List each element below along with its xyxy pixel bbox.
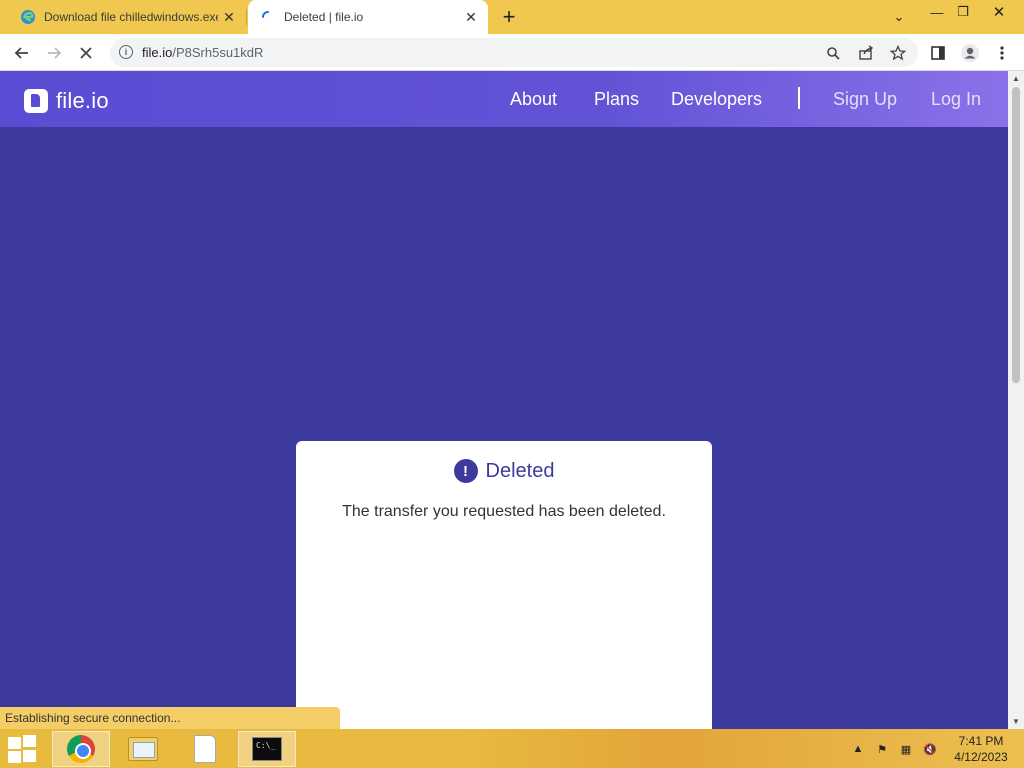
taskbar-chrome[interactable]	[52, 731, 110, 767]
blank-document-icon	[194, 735, 216, 763]
card-title: Deleted	[485, 459, 555, 482]
browser-window: Download file chilledwindows.exe ✕ Delet…	[0, 0, 1024, 768]
tab-title: Deleted | file.io	[284, 10, 364, 24]
taskbar-document[interactable]	[176, 731, 234, 767]
volume-muted-icon[interactable]: 🔇	[922, 741, 938, 757]
tab-strip: Download file chilledwindows.exe ✕ Delet…	[0, 0, 1024, 34]
action-center-flag-icon[interactable]: ⚑	[874, 741, 890, 757]
url-text[interactable]: file.io/P8Srh5su1kdR	[142, 45, 263, 60]
card-message: The transfer you requested has been dele…	[342, 503, 666, 520]
network-icon[interactable]: ▦	[898, 741, 914, 757]
nav-developers-link[interactable]: Developers	[671, 89, 762, 110]
side-panel-icon[interactable]	[925, 40, 951, 66]
bookmark-star-icon[interactable]	[888, 43, 908, 63]
edge-icon	[21, 10, 35, 24]
windows-taskbar: C:\_ ▲ ⚑ ▦ 🔇 7:41 PM 4/12/2023	[0, 729, 1024, 768]
taskbar-cmd[interactable]: C:\_	[238, 731, 296, 767]
deleted-card: ! Deleted The transfer you requested has…	[296, 441, 712, 729]
menu-kebab-icon[interactable]	[989, 40, 1015, 66]
site-info-icon[interactable]: i	[119, 45, 133, 59]
browser-toolbar: i file.io/P8Srh5su1kdR	[0, 34, 1024, 71]
card-header: ! Deleted	[296, 459, 712, 483]
chrome-icon	[67, 735, 95, 763]
tab-deleted[interactable]: Deleted | file.io ✕	[248, 0, 488, 34]
tab-search-chevron-icon[interactable]: ⌄	[888, 5, 910, 29]
url-path: /P8Srh5su1kdR	[172, 45, 264, 60]
tab-title: Download file chilledwindows.exe	[44, 10, 218, 24]
minimize-icon[interactable]: —	[924, 0, 950, 24]
page-scrollbar[interactable]: ▲ ▼	[1008, 71, 1024, 729]
tab-separator	[246, 9, 247, 25]
tab-close-icon[interactable]: ✕	[460, 6, 482, 28]
nav-about-link[interactable]: About	[510, 89, 557, 110]
site-logo[interactable]: file.io	[24, 88, 109, 114]
zoom-search-icon[interactable]	[823, 43, 843, 63]
system-clock[interactable]: 7:41 PM 4/12/2023	[952, 733, 1010, 765]
page-viewport: file.io About Plans Developers Sign Up L…	[0, 71, 1008, 729]
restore-icon[interactable]: ❐	[950, 0, 976, 24]
scroll-down-icon[interactable]: ▼	[1008, 714, 1024, 728]
tray-overflow-icon[interactable]: ▲	[850, 741, 866, 757]
nav-login-link[interactable]: Log In	[931, 89, 981, 110]
status-bubble: Establishing secure connection...	[0, 707, 340, 729]
site-header: file.io About Plans Developers Sign Up L…	[0, 71, 1008, 127]
file-explorer-icon	[128, 737, 158, 761]
close-window-icon[interactable]: ✕	[976, 0, 1022, 24]
profile-avatar-icon[interactable]	[957, 40, 983, 66]
scrollbar-thumb[interactable]	[1012, 87, 1020, 383]
back-arrow-icon[interactable]	[9, 40, 35, 66]
command-prompt-icon: C:\_	[252, 737, 282, 761]
loading-spinner-icon	[262, 11, 269, 18]
stop-loading-icon[interactable]	[73, 40, 99, 66]
nav-signup-link[interactable]: Sign Up	[833, 89, 897, 110]
share-icon[interactable]	[856, 43, 876, 63]
exclamation-alert-icon: !	[453, 459, 478, 483]
nav-plans-link[interactable]: Plans	[594, 89, 639, 110]
forward-arrow-icon[interactable]	[41, 40, 67, 66]
fileio-logo-icon	[24, 89, 48, 113]
scroll-up-icon[interactable]: ▲	[1008, 71, 1024, 85]
tab-close-icon[interactable]: ✕	[218, 6, 240, 28]
nav-divider	[798, 87, 800, 109]
windows-start-icon[interactable]	[8, 735, 38, 763]
taskbar-file-explorer[interactable]	[114, 731, 172, 767]
new-tab-icon[interactable]: +	[497, 4, 521, 29]
clock-date: 4/12/2023	[954, 750, 1008, 764]
url-host: file.io	[142, 45, 173, 60]
tab-download[interactable]: Download file chilledwindows.exe ✕	[8, 0, 246, 34]
clock-time: 7:41 PM	[958, 734, 1004, 748]
logo-text: file.io	[56, 88, 109, 113]
address-bar[interactable]: i file.io/P8Srh5su1kdR	[110, 38, 918, 67]
